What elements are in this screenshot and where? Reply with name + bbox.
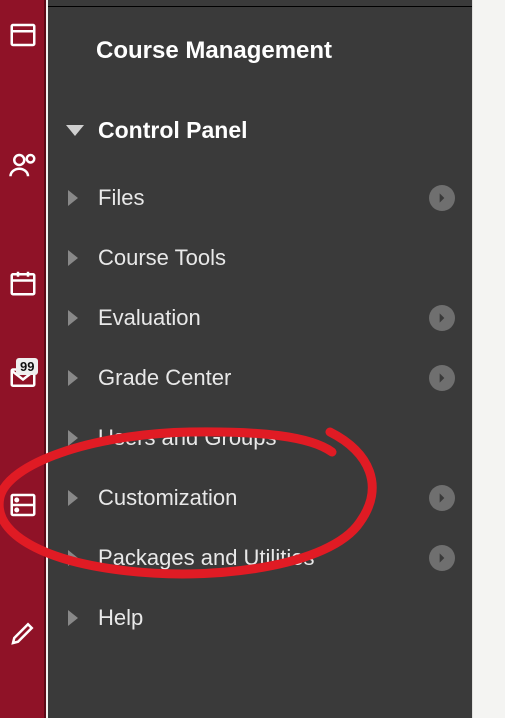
nav-item-users-and-groups[interactable]: Users and Groups: [48, 408, 473, 468]
nav-item-course-tools[interactable]: Course Tools: [48, 228, 473, 288]
chevron-right-icon: [68, 310, 78, 326]
nav-item-evaluation[interactable]: Evaluation: [48, 288, 473, 348]
rail-book-icon[interactable]: [8, 20, 38, 50]
nav-item-label: Evaluation: [98, 305, 201, 331]
course-management-panel: Course Management Control Panel Files Co…: [48, 0, 473, 718]
rail-users-icon[interactable]: [8, 150, 38, 180]
chevron-right-icon: [68, 370, 78, 386]
go-arrow-icon[interactable]: [429, 365, 455, 391]
rail-storage-icon[interactable]: [8, 490, 38, 520]
control-panel-label: Control Panel: [98, 117, 248, 144]
nav-item-label: Course Tools: [98, 245, 226, 271]
right-gutter: [472, 0, 505, 718]
rail-mail-badge: 99: [16, 358, 38, 375]
chevron-right-icon: [68, 610, 78, 626]
nav-item-help[interactable]: Help: [48, 588, 473, 648]
panel-top-divider: [48, 6, 473, 7]
nav-item-packages-and-utilities[interactable]: Packages and Utilities: [48, 528, 473, 588]
nav-item-files[interactable]: Files: [48, 168, 473, 228]
go-arrow-icon[interactable]: [429, 305, 455, 331]
left-nav-rail: 99: [0, 0, 46, 718]
nav-item-customization[interactable]: Customization: [48, 468, 473, 528]
nav-item-grade-center[interactable]: Grade Center: [48, 348, 473, 408]
chevron-right-icon: [68, 430, 78, 446]
nav-item-label: Packages and Utilities: [98, 545, 314, 571]
go-arrow-icon[interactable]: [429, 185, 455, 211]
rail-edit-icon[interactable]: [8, 618, 38, 648]
nav-item-label: Files: [98, 185, 144, 211]
chevron-right-icon: [68, 550, 78, 566]
chevron-down-icon: [66, 125, 84, 136]
chevron-right-icon: [68, 190, 78, 206]
nav-item-label: Customization: [98, 485, 237, 511]
rail-calendar-icon[interactable]: [8, 268, 38, 298]
go-arrow-icon[interactable]: [429, 485, 455, 511]
nav-item-label: Users and Groups: [98, 425, 277, 451]
control-panel-header[interactable]: Control Panel: [48, 117, 473, 144]
chevron-right-icon: [68, 490, 78, 506]
section-title: Course Management: [48, 37, 473, 65]
nav-item-label: Grade Center: [98, 365, 231, 391]
nav-item-label: Help: [98, 605, 143, 631]
chevron-right-icon: [68, 250, 78, 266]
go-arrow-icon[interactable]: [429, 545, 455, 571]
